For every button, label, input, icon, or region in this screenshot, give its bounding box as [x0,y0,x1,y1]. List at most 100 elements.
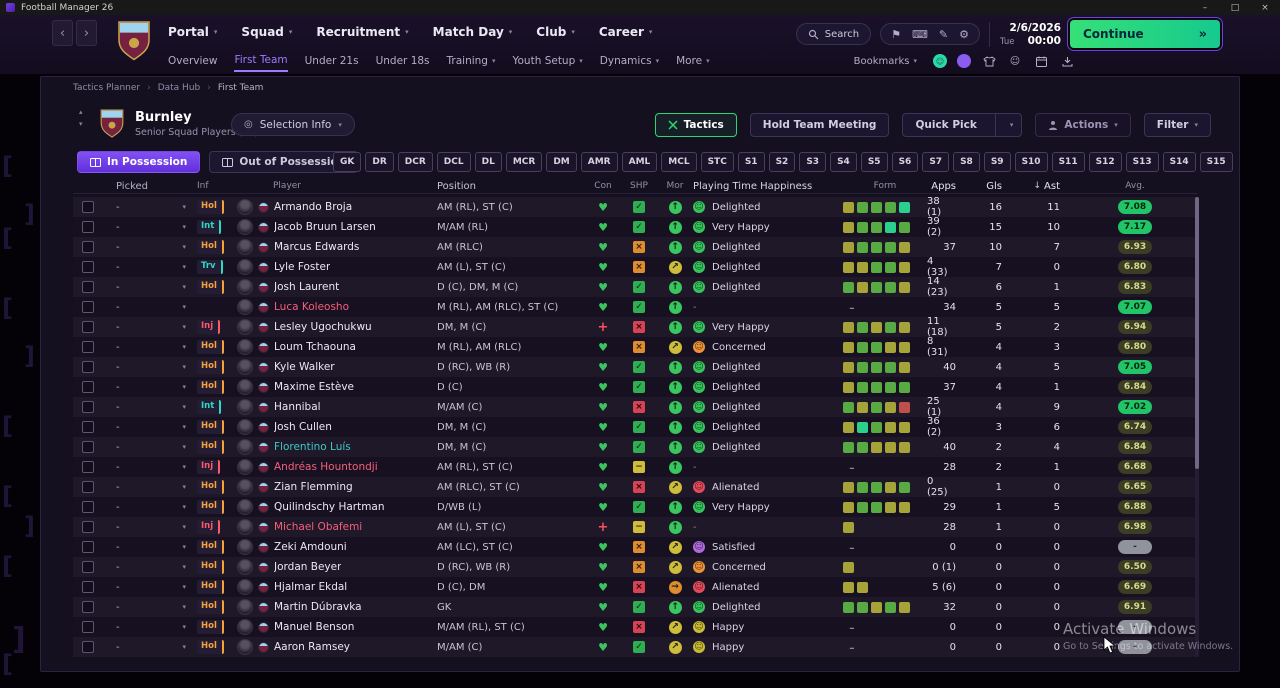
picked-dropdown[interactable]: - ▾ [103,537,195,557]
position-filter-s5[interactable]: S5 [860,152,888,172]
tab-youth-setup[interactable]: Youth Setup ▾ [512,51,582,71]
hold-team-meeting-button[interactable]: Hold Team Meeting [749,113,890,137]
table-row[interactable]: - ▾ Hol Loum Tchaouna M (RL), AM (RLC) ♥… [73,336,1197,358]
picked-dropdown[interactable]: - ▾ [103,457,195,477]
position-filter-dr[interactable]: DR [365,152,394,172]
table-row[interactable]: - ▾ Hol Zeki Amdouni AM (LC), ST (C) ♥ ×… [73,537,1197,557]
download-icon[interactable] [1059,53,1075,69]
bookmark-flag-icon[interactable]: ⚑ [891,29,901,40]
position-filter-s7[interactable]: S7 [922,152,950,172]
chevron-down-icon[interactable]: ▾ [1002,114,1022,136]
position-filter-s11[interactable]: S11 [1051,152,1085,172]
row-checkbox[interactable] [82,241,94,253]
morale-face-icon[interactable]: ☺ [1007,53,1023,69]
chevron-up-icon[interactable]: ▴ [79,109,83,116]
player-name[interactable]: Maxime Estève [274,381,354,393]
column-ast[interactable]: ↓ Ast [1015,179,1073,193]
position-filter-s2[interactable]: S2 [768,152,796,172]
player-name[interactable]: Josh Laurent [274,281,339,293]
row-checkbox[interactable] [82,521,94,533]
player-name[interactable]: Zian Flemming [274,481,353,493]
position-filter-mcl[interactable]: MCL [661,152,697,172]
picked-dropdown[interactable]: - ▾ [103,277,195,297]
row-checkbox[interactable] [82,541,94,553]
table-row[interactable]: - ▾ Inj Michael Obafemi AM (L), ST (C) +… [73,517,1197,537]
table-row[interactable]: - ▾ Hol Josh Laurent D (C), DM, M (C) ♥ … [73,276,1197,298]
table-scrollbar[interactable] [1195,197,1199,657]
row-checkbox[interactable] [82,621,94,633]
picked-dropdown[interactable]: - ▾ [103,617,195,637]
picked-dropdown[interactable]: - ▾ [103,337,195,357]
position-filter-s10[interactable]: S10 [1014,152,1048,172]
table-row[interactable]: - ▾ Hol Florentino Luís DM, M (C) ♥ ✓ ↑ … [73,437,1197,457]
actions-button[interactable]: Actions ▾ [1035,113,1131,137]
position-filter-dm[interactable]: DM [546,152,577,172]
position-filter-s4[interactable]: S4 [830,152,857,172]
competition-icon[interactable] [957,54,971,68]
player-name[interactable]: Josh Cullen [274,421,332,433]
table-row[interactable]: - ▾ Luca Koleosho M (RL), AM (RLC), ST (… [73,297,1197,317]
position-filter-dcl[interactable]: DCL [436,152,471,172]
position-filter-gk[interactable]: GK [333,152,362,172]
table-row[interactable]: - ▾ Hol Quilindschy Hartman D/WB (L) ♥ ✓… [73,497,1197,517]
notes-pencil-icon[interactable]: ✎ [939,29,948,40]
picked-dropdown[interactable]: - ▾ [103,317,195,337]
row-checkbox[interactable] [82,321,94,333]
column-form[interactable]: Form [843,179,927,193]
row-checkbox[interactable] [82,201,94,213]
player-name[interactable]: Hannibal [274,401,321,413]
position-filter-s15[interactable]: S15 [1199,152,1233,172]
picked-dropdown[interactable]: - ▾ [103,557,195,577]
forward-button[interactable]: › [76,20,97,46]
selection-info-dropdown[interactable]: ◎ Selection Info ▾ [231,113,355,136]
continue-button[interactable]: Continue » [1070,20,1220,48]
row-checkbox[interactable] [82,221,94,233]
picked-dropdown[interactable]: - ▾ [103,257,195,277]
menu-match-day[interactable]: Match Day ▾ [433,25,513,39]
picked-dropdown[interactable]: - ▾ [103,497,195,517]
breadcrumb-item-tactics-planner[interactable]: Tactics Planner [73,83,140,93]
player-name[interactable]: Hjalmar Ekdal [274,581,347,593]
row-checkbox[interactable] [82,381,94,393]
player-name[interactable]: Quilindschy Hartman [274,501,385,513]
picked-dropdown[interactable]: - ▾ [103,217,195,237]
breadcrumb-item-first-team[interactable]: First Team [218,83,264,93]
maximize-button[interactable]: □ [1220,0,1250,15]
table-row[interactable]: - ▾ Hol Hjalmar Ekdal D (C), DM ♥ × → ☺ … [73,577,1197,597]
table-row[interactable]: - ▾ Trv Lyle Foster AM (L), ST (C) ♥ × ↗… [73,256,1197,278]
close-button[interactable]: × [1250,0,1280,15]
position-filter-s6[interactable]: S6 [891,152,919,172]
column-avg[interactable]: Avg. [1073,179,1197,193]
player-name[interactable]: Florentino Luís [274,441,351,453]
search-button[interactable]: Search [795,23,872,45]
tab-training[interactable]: Training ▾ [447,51,496,71]
picked-dropdown[interactable]: - ▾ [103,437,195,457]
picked-dropdown[interactable]: - ▾ [103,597,195,617]
calendar-icon[interactable] [1033,53,1049,69]
club-crest[interactable] [116,18,152,62]
player-name[interactable]: Loum Tchaouna [274,341,356,353]
quick-pick-button[interactable]: Quick Pick ▾ [902,113,1023,137]
player-name[interactable]: Lyle Foster [274,261,330,273]
picked-dropdown[interactable]: - ▾ [103,577,195,597]
breadcrumb-item-data-hub[interactable]: Data Hub [158,83,201,93]
menu-squad[interactable]: Squad ▾ [241,25,292,39]
picked-dropdown[interactable]: - ▾ [103,477,195,497]
player-name[interactable]: Lesley Ugochukwu [274,321,372,333]
position-filter-s9[interactable]: S9 [983,152,1011,172]
table-row[interactable]: - ▾ Hol Aaron Ramsey M/AM (C) ♥ ✓ ↗ ☺ Ha… [73,637,1197,657]
player-name[interactable]: Armando Broja [274,201,352,213]
position-filter-stc[interactable]: STC [700,152,734,172]
picked-dropdown[interactable]: - ▾ [103,417,195,437]
picked-dropdown[interactable]: - ▾ [103,397,195,417]
row-checkbox[interactable] [82,421,94,433]
minimize-button[interactable]: – [1190,0,1220,15]
table-row[interactable]: - ▾ Int Hannibal M/AM (C) ♥ × ↑ ☺ Deligh… [73,396,1197,418]
tactics-button[interactable]: Tactics [654,113,737,137]
position-filter-s14[interactable]: S14 [1162,152,1196,172]
tab-under-21s[interactable]: Under 21s [305,51,359,71]
tab-in-possession[interactable]: In Possession [77,151,201,173]
player-name[interactable]: Jordan Beyer [274,561,341,573]
filter-button[interactable]: Filter ▾ [1143,113,1211,137]
column-apps[interactable]: Apps [927,179,969,193]
